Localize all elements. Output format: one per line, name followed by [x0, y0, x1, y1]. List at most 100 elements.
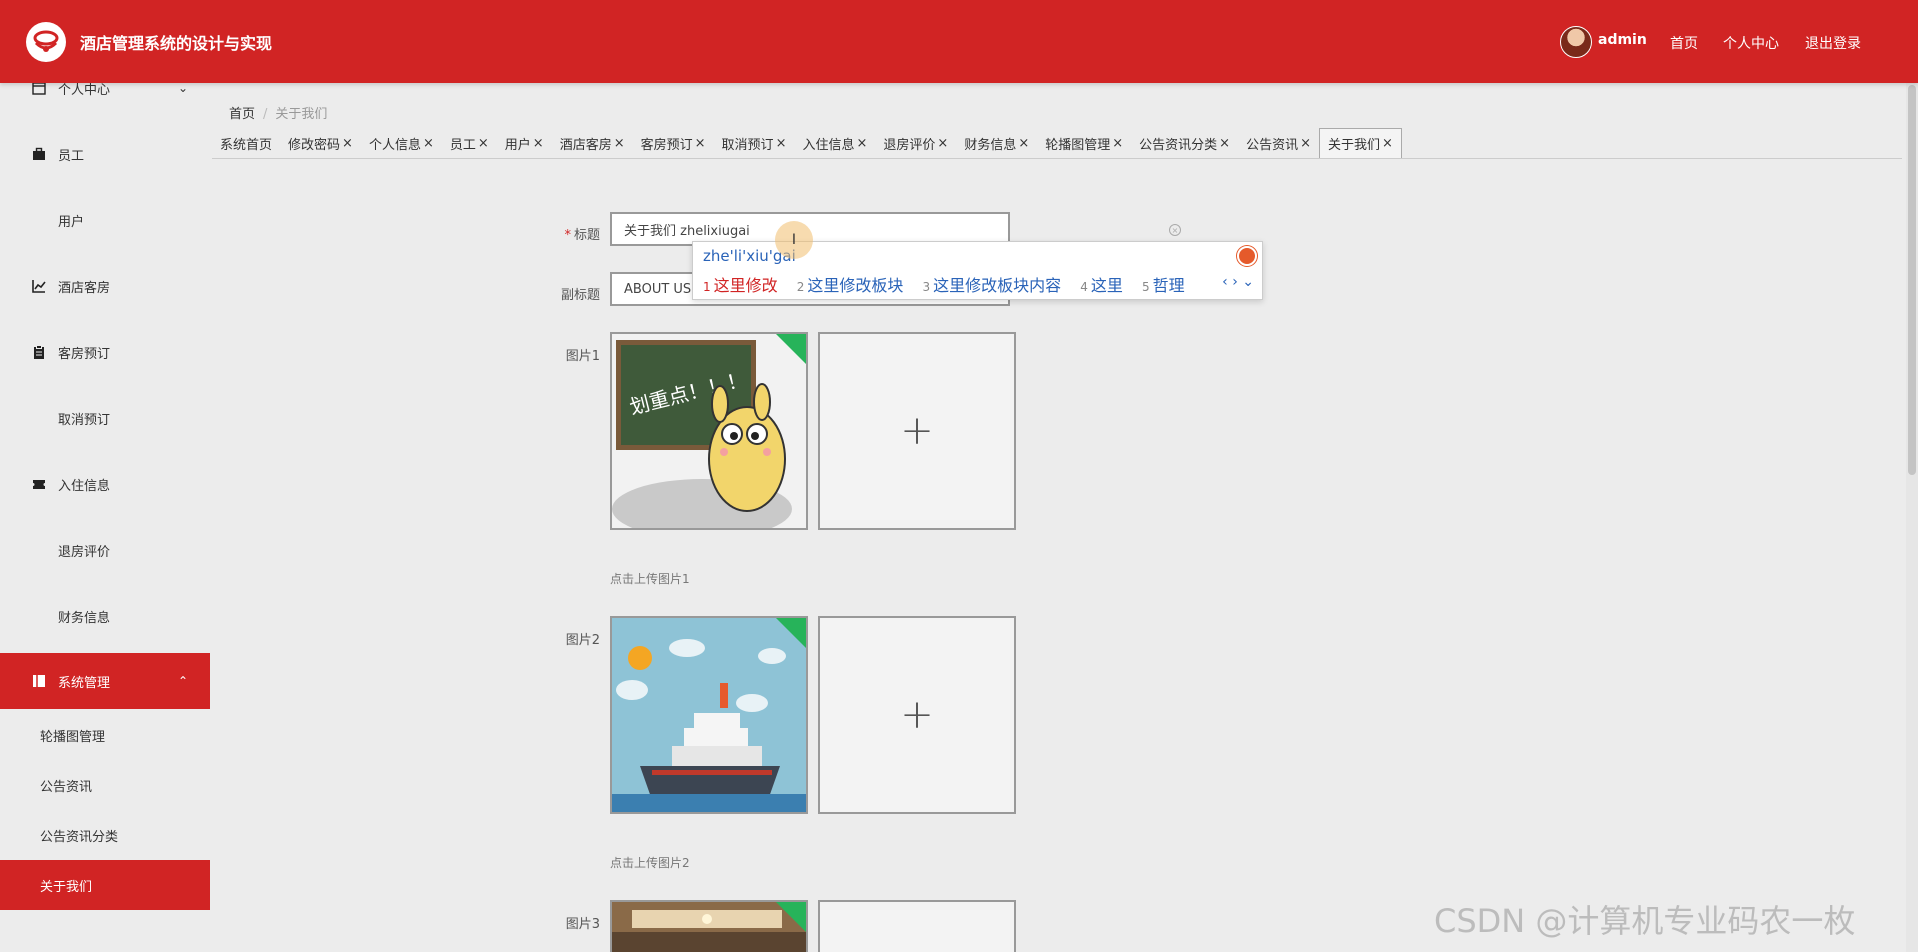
sidebar-sub-label: 轮播图管理	[40, 729, 106, 745]
grid-icon	[32, 213, 46, 227]
image2-upload-button[interactable]: +	[818, 616, 1016, 814]
tab-label: 公告资讯分类	[1139, 137, 1218, 153]
close-icon[interactable]: ×	[1018, 136, 1029, 151]
close-icon[interactable]: ×	[1382, 136, 1393, 151]
sidebar-sub-item-about[interactable]: 关于我们	[0, 860, 210, 910]
sidebar-item-label: 财务信息	[58, 610, 111, 626]
tab-personal-info[interactable]: 个人信息 ×	[361, 128, 442, 158]
app-title: 酒店管理系统的设计与实现	[80, 34, 273, 53]
image2-label: 图片2	[565, 633, 600, 648]
close-icon[interactable]: ×	[478, 136, 489, 151]
tab-label: 关于我们	[1328, 138, 1381, 153]
tab-about-us[interactable]: 关于我们 ×	[1319, 128, 1402, 158]
close-icon[interactable]: ×	[423, 136, 434, 151]
ticket-icon	[32, 477, 46, 491]
sidebar-item-staff[interactable]: 员工	[0, 127, 210, 181]
tab-label: 系统首页	[220, 137, 273, 153]
upload-status-badge	[776, 902, 806, 932]
tab-label: 取消预订	[721, 137, 774, 153]
image1-upload-button[interactable]: +	[818, 332, 1016, 530]
candidate-number: 3	[922, 280, 931, 294]
text-cursor-icon: I	[775, 221, 813, 259]
tab-news-category[interactable]: 公告资讯分类 ×	[1131, 128, 1238, 158]
logout-link[interactable]: 退出登录	[1805, 33, 1861, 53]
close-icon[interactable]: ×	[776, 136, 787, 151]
sidebar-item-cancel-booking[interactable]: 取消预订	[0, 391, 210, 445]
tab-users[interactable]: 用户 ×	[497, 128, 552, 158]
upload-status-badge	[776, 618, 806, 648]
sidebar-item-finance[interactable]: 财务信息	[0, 589, 210, 643]
candidate-text: 这里修改板块内容	[933, 276, 1062, 295]
title-label: * 标题	[540, 224, 600, 243]
ime-page-nav[interactable]: ‹ › ⌄	[1222, 274, 1254, 290]
tab-change-password[interactable]: 修改密码 ×	[280, 128, 361, 158]
close-icon[interactable]: ×	[937, 136, 948, 151]
image1-thumbnail[interactable]: 划重点！！！	[610, 332, 808, 530]
candidate-text: 哲理	[1152, 276, 1185, 295]
tab-staff[interactable]: 员工 ×	[442, 128, 497, 158]
sidebar-item-rooms[interactable]: 酒店客房	[0, 259, 210, 313]
sidebar-item-label: 员工	[58, 148, 85, 164]
ime-candidate[interactable]: 4 这里	[1080, 276, 1123, 295]
sidebar: 个人中心 ⌄ 员工 用户 酒店客房 客房预订 取消预订 入住信息 退房评价 财务…	[0, 83, 210, 952]
tab-cancel-booking[interactable]: 取消预订 ×	[714, 128, 795, 158]
tab-checkout-review[interactable]: 退房评价 ×	[875, 128, 956, 158]
tab-label: 员工	[449, 137, 476, 153]
close-icon[interactable]: ×	[856, 136, 867, 151]
sidebar-sub-item-news-category[interactable]: 公告资讯分类	[0, 810, 210, 860]
tab-label: 入住信息	[802, 137, 855, 153]
sidebar-item-users[interactable]: 用户	[0, 193, 210, 247]
profile-link[interactable]: 个人中心	[1723, 33, 1779, 53]
image2-thumbnail[interactable]	[610, 616, 808, 814]
image3-upload-button[interactable]	[818, 900, 1016, 952]
sidebar-item-checkin[interactable]: 入住信息	[0, 457, 210, 511]
candidate-text: 这里修改板块	[807, 276, 904, 295]
tab-booking[interactable]: 客房预订 ×	[633, 128, 714, 158]
image2-upload-hint: 点击上传图片2	[610, 856, 690, 870]
avatar[interactable]	[1560, 26, 1592, 58]
close-icon[interactable]: ×	[1300, 136, 1311, 151]
tab-news[interactable]: 公告资讯 ×	[1238, 128, 1319, 158]
tab-label: 公告资讯	[1246, 137, 1299, 153]
required-mark: *	[564, 228, 571, 243]
tab-rooms[interactable]: 酒店客房 ×	[552, 128, 633, 158]
tab-checkin[interactable]: 入住信息 ×	[794, 128, 875, 158]
image3-thumbnail[interactable]	[610, 900, 808, 952]
app-logo	[26, 22, 66, 62]
sidebar-item-system[interactable]: 系统管理 ⌃	[0, 653, 210, 709]
home-link[interactable]: 首页	[1670, 33, 1698, 53]
image1-label: 图片1	[565, 349, 600, 364]
ime-candidate[interactable]: 2 这里修改板块	[797, 276, 904, 295]
ime-candidate[interactable]: 1 这里修改	[703, 276, 778, 295]
close-icon[interactable]: ×	[342, 136, 353, 151]
candidate-number: 4	[1080, 280, 1088, 294]
scrollbar-thumb[interactable]	[1908, 85, 1916, 475]
close-icon[interactable]: ×	[533, 136, 544, 151]
sidebar-sub-item-news[interactable]: 公告资讯	[0, 760, 210, 810]
close-icon[interactable]: ×	[695, 136, 706, 151]
sidebar-sub-item-carousel[interactable]: 轮播图管理	[0, 710, 210, 760]
grid-icon	[32, 411, 46, 425]
clipboard-icon	[32, 345, 46, 359]
sidebar-item-checkout-review[interactable]: 退房评价	[0, 523, 210, 577]
breadcrumb: 首页 / 关于我们	[229, 103, 327, 122]
close-icon[interactable]: ×	[1219, 136, 1230, 151]
tab-finance[interactable]: 财务信息 ×	[956, 128, 1037, 158]
close-icon[interactable]: ×	[614, 136, 625, 151]
chevron-up-icon: ⌃	[177, 674, 188, 688]
tab-home[interactable]: 系统首页	[212, 128, 280, 158]
subtitle-label: 副标题	[560, 288, 600, 303]
ime-candidate[interactable]: 3 这里修改板块内容	[923, 276, 1062, 295]
sidebar-item-profile[interactable]: 个人中心 ⌄	[0, 83, 210, 115]
top-header: 酒店管理系统的设计与实现 admin 首页 个人中心 退出登录	[0, 0, 1918, 83]
plus-icon: +	[900, 408, 934, 454]
sidebar-item-label: 取消预订	[58, 412, 111, 428]
clear-icon[interactable]: ×	[1169, 224, 1181, 236]
ime-logo-icon	[1237, 246, 1257, 266]
tab-carousel[interactable]: 轮播图管理 ×	[1037, 128, 1131, 158]
breadcrumb-home[interactable]: 首页	[229, 107, 255, 122]
close-icon[interactable]: ×	[1112, 136, 1123, 151]
sidebar-item-booking[interactable]: 客房预订	[0, 325, 210, 379]
ime-candidate[interactable]: 5 哲理	[1142, 276, 1185, 295]
sidebar-item-label: 用户	[58, 214, 85, 230]
